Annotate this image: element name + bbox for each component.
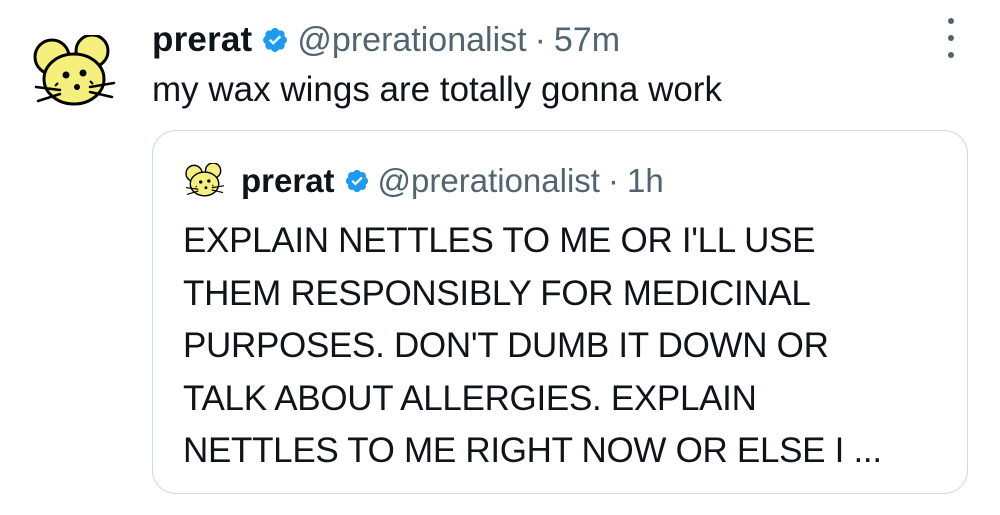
more-vertical-icon[interactable] [938,18,964,58]
more-dot [948,52,954,58]
quote-text-line: PURPOSES. DON'T DUMB IT DOWN OR [183,326,829,365]
handle[interactable]: @prerationalist [297,21,526,60]
tweet-text: my wax wings are totally gonna work [152,70,722,109]
quote-timestamp[interactable]: 1h [627,162,664,200]
quote-handle[interactable]: @prerationalist [378,162,600,200]
more-dot [948,35,954,41]
tweet-header: prerat @prerationalist · 57m [152,14,620,66]
quoted-tweet-card[interactable]: prerat @prerationalist · 1h EXPLAIN NETT… [152,130,968,494]
quote-header: prerat @prerationalist · 1h [183,157,664,205]
quote-text-line: TALK ABOUT ALLERGIES. EXPLAIN [183,378,757,418]
separator-dot: · [534,20,546,59]
quote-text-line: EXPLAIN NETTLES TO ME OR I'LL USE [183,221,816,260]
tweet[interactable]: prerat @prerationalist · 57m my wax wing… [0,0,1000,515]
verified-badge-icon[interactable] [261,26,289,54]
quote-display-name[interactable]: prerat [241,162,335,200]
more-dot [948,18,954,24]
mouse-face-icon[interactable] [183,163,227,199]
display-name[interactable]: prerat [152,20,252,60]
quote-text-line: NETTLES TO ME RIGHT NOW OR ELSE I ... [183,431,882,470]
timestamp[interactable]: 57m [554,21,620,60]
quote-text: EXPLAIN NETTLES TO ME OR I'LL USE THEM R… [183,215,943,478]
separator-dot: · [607,162,619,199]
quote-text-line: THEM RESPONSIBLY FOR MEDICINAL [183,273,811,313]
verified-badge-icon[interactable] [344,168,370,194]
mouse-face-icon[interactable] [30,35,120,115]
